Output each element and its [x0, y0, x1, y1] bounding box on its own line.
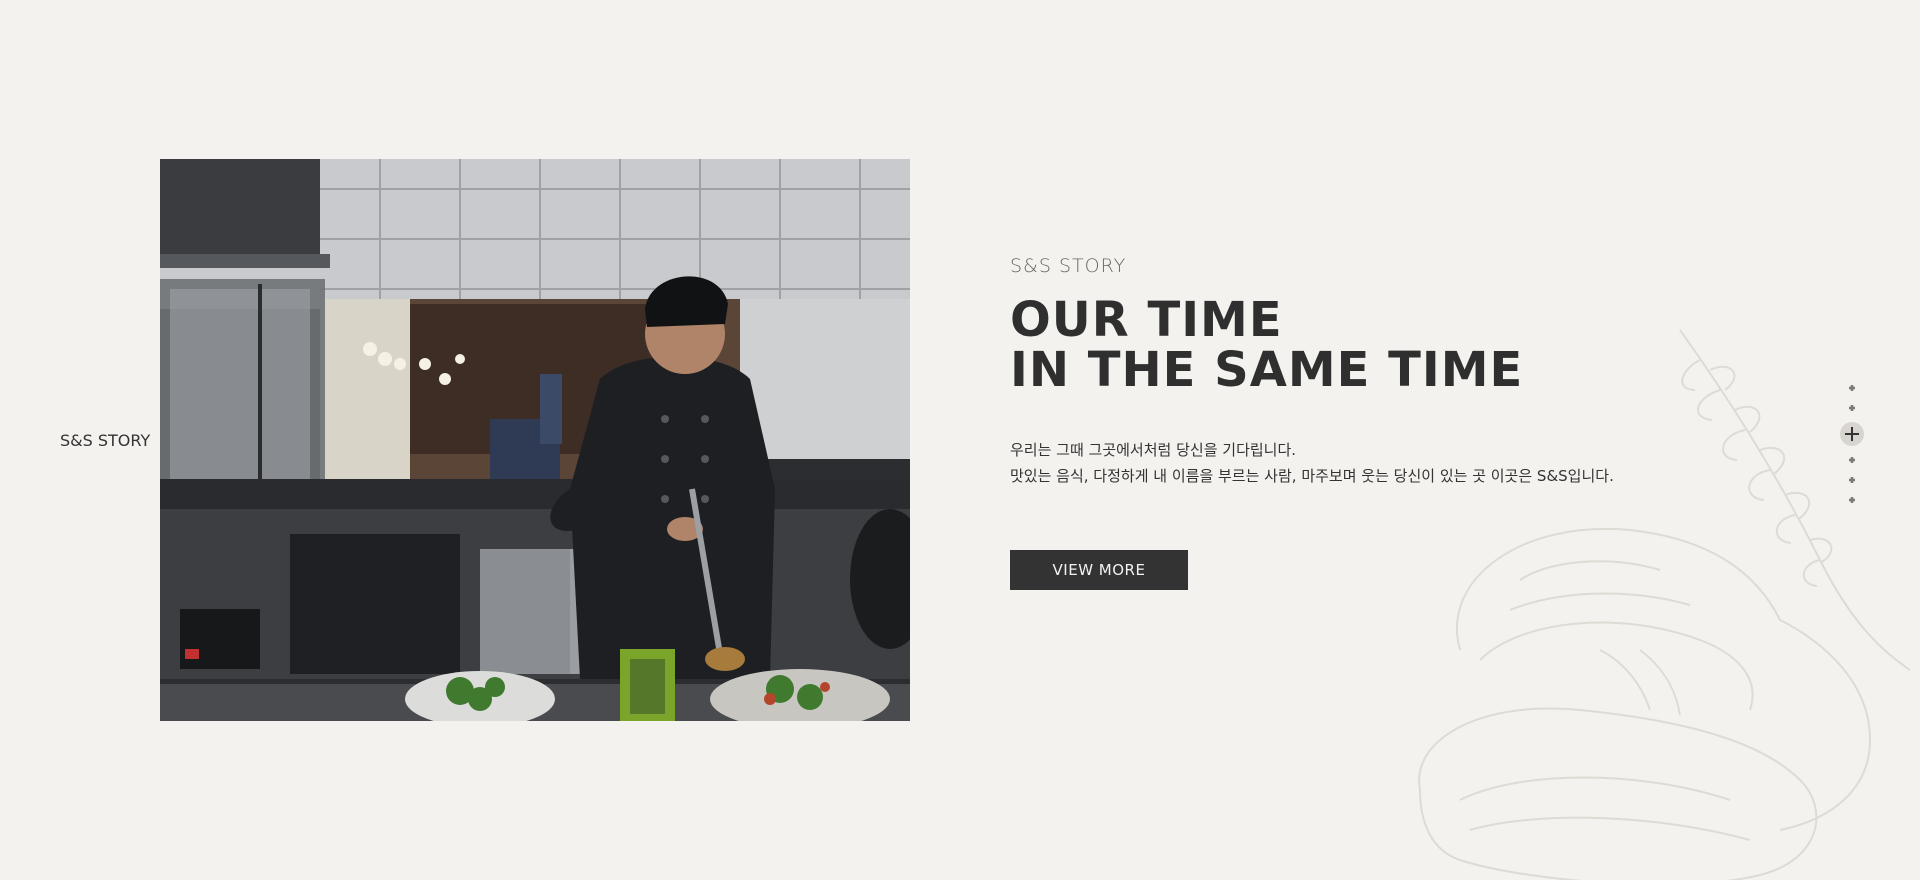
pager-dot-4[interactable]: [1849, 457, 1855, 463]
view-more-button[interactable]: VIEW MORE: [1010, 550, 1188, 590]
pager-dot-6[interactable]: [1849, 497, 1855, 503]
section-eyebrow: S&S STORY: [1010, 255, 1127, 277]
headline-line-1: OUR TIME: [1010, 292, 1283, 348]
headline-line-2: IN THE SAME TIME: [1010, 342, 1524, 398]
side-section-label: S&S STORY: [60, 431, 151, 450]
description-line-1: 우리는 그때 그곳에서처럼 당신을 기다립니다.: [1010, 441, 1297, 459]
story-content: S&S STORY OUR TIME IN THE SAME TIME 우리는 …: [1010, 255, 1710, 590]
story-section: S&S STORY S&S STORY OUR TIME IN THE SAME…: [0, 0, 1920, 880]
pager-dot-1[interactable]: [1849, 385, 1855, 391]
pager-dot-3-active[interactable]: [1840, 422, 1864, 446]
story-description: 우리는 그때 그곳에서처럼 당신을 기다립니다. 맛있는 음식, 다정하게 내 …: [1010, 437, 1710, 489]
section-pager: [1840, 378, 1864, 510]
page-title: OUR TIME IN THE SAME TIME: [1010, 295, 1710, 395]
description-line-2: 맛있는 음식, 다정하게 내 이름을 부르는 사람, 마주보며 웃는 당신이 있…: [1010, 467, 1614, 485]
pager-dot-2[interactable]: [1849, 405, 1855, 411]
chef-kitchen-photo: [160, 159, 910, 721]
pager-dot-5[interactable]: [1849, 477, 1855, 483]
